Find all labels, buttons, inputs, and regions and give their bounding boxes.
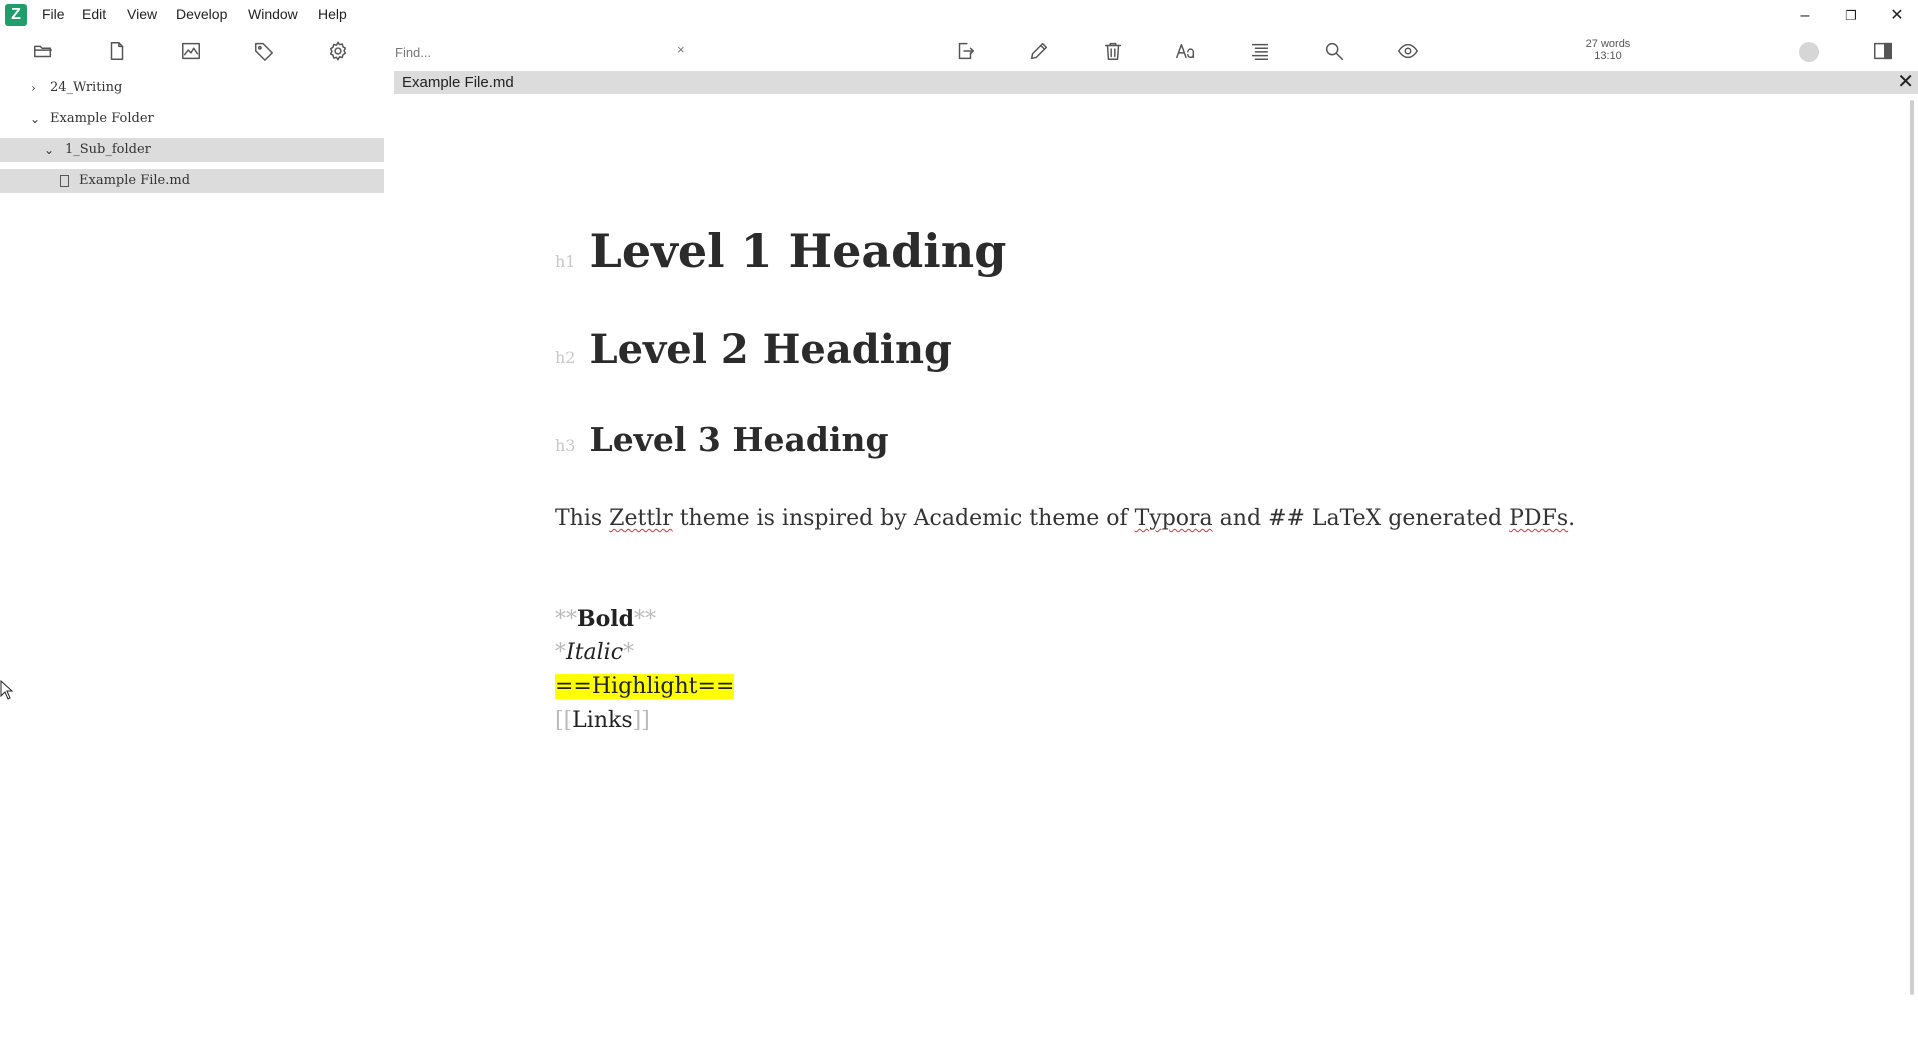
heading-text: Level 3 Heading: [589, 420, 889, 459]
editor-scrollbar[interactable]: [1910, 100, 1914, 995]
body-paragraph[interactable]: This Zettlr theme is inspired by Academi…: [555, 506, 1575, 531]
misspelled-word[interactable]: Typora: [1135, 506, 1213, 531]
misspelled-word[interactable]: PDFs: [1509, 506, 1568, 531]
menu-develop[interactable]: Develop: [176, 6, 227, 22]
menu-edit[interactable]: Edit: [82, 6, 106, 22]
tree-item-sub-folder[interactable]: ⌄ 1_Sub_folder: [0, 138, 384, 162]
menu-bar: Z File Edit View Develop Window Help – ❐…: [0, 0, 1918, 30]
trash-icon[interactable]: [1100, 38, 1126, 64]
toolbar: × 27 words 13:10: [0, 30, 1918, 70]
tag-icon[interactable]: [251, 38, 277, 64]
tree-item-label: Example File.md: [79, 173, 191, 188]
tab-example-file[interactable]: Example File.md: [402, 74, 514, 91]
restore-button[interactable]: ❐: [1833, 4, 1869, 28]
highlight-text: ==Highlight==: [555, 674, 735, 699]
menu-help[interactable]: Help: [318, 6, 347, 22]
file-icon: [60, 175, 69, 187]
tree-item-example-file[interactable]: Example File.md: [0, 169, 384, 193]
folder-open-icon[interactable]: [30, 38, 56, 64]
link-close-markup: ]]: [632, 708, 650, 733]
heading-text: Level 1 Heading: [589, 224, 1007, 278]
tree-item-24-writing[interactable]: › 24_Writing: [0, 76, 384, 100]
bold-markup: **: [634, 607, 657, 632]
heading-marker: h3: [555, 436, 576, 455]
export-icon[interactable]: [952, 38, 978, 64]
chevron-down-icon[interactable]: ⌄: [44, 138, 54, 162]
search-input[interactable]: [393, 40, 697, 64]
chevron-down-icon[interactable]: ⌄: [30, 107, 40, 131]
editor-pane[interactable]: h1 Level 1 Heading h2 Level 2 Heading h3 Le…: [394, 94, 1906, 1047]
settings-icon[interactable]: [325, 38, 351, 64]
bold-markup: **: [555, 607, 577, 632]
heading-marker: h2: [555, 348, 576, 367]
toc-icon[interactable]: [1247, 38, 1273, 64]
chevron-right-icon[interactable]: ›: [31, 76, 36, 100]
italic-markup: *: [623, 640, 635, 665]
edit-icon[interactable]: [1026, 38, 1052, 64]
link-text[interactable]: Links: [572, 708, 632, 733]
paragraph-text: This: [555, 506, 610, 531]
mouse-cursor-icon: [0, 680, 14, 700]
preview-icon[interactable]: [1395, 38, 1421, 64]
close-tab-button[interactable]: ✕: [1897, 71, 1914, 93]
zettlr-logo-icon: Z: [5, 4, 27, 26]
menu-file[interactable]: File: [42, 6, 65, 22]
bold-text: Bold: [577, 606, 635, 632]
word-count-label: 27 words: [1585, 38, 1631, 50]
font-icon[interactable]: [1173, 38, 1199, 64]
search-icon[interactable]: [1321, 38, 1347, 64]
clock-label: 13:10: [1594, 50, 1622, 62]
italic-text: Italic: [566, 640, 624, 665]
heading-level-2[interactable]: h2 Level 2 Heading: [555, 326, 952, 373]
paragraph-text: and ## LaTeX generated: [1212, 506, 1510, 531]
sidebar-toggle-icon[interactable]: [1870, 38, 1896, 64]
menu-view[interactable]: View: [127, 6, 157, 22]
clear-search-button[interactable]: ×: [677, 42, 685, 57]
tree-item-example-folder[interactable]: ⌄ Example Folder: [0, 107, 384, 131]
highlight-line[interactable]: ==Highlight==: [555, 674, 735, 699]
tree-item-label: 1_Sub_folder: [65, 142, 151, 157]
new-file-icon[interactable]: [104, 38, 130, 64]
italic-line[interactable]: *Italic*: [555, 640, 634, 665]
tree-item-label: 24_Writing: [50, 80, 123, 95]
word-count: 27 words 13:10: [1558, 38, 1658, 62]
pomodoro-icon[interactable]: [1799, 42, 1819, 62]
paragraph-text: theme is inspired by Academic theme of: [672, 506, 1135, 531]
editor-tab-bar: Example File.md ✕: [394, 71, 1918, 94]
close-window-button[interactable]: ✕: [1879, 4, 1915, 28]
link-open-markup: [[: [555, 708, 573, 733]
misspelled-word[interactable]: Zettlr: [609, 506, 673, 531]
minimize-button[interactable]: –: [1787, 4, 1823, 28]
paragraph-text: .: [1568, 506, 1576, 531]
menu-window[interactable]: Window: [248, 6, 298, 22]
heading-level-3[interactable]: h3 Level 3 Heading: [555, 420, 889, 459]
graph-icon[interactable]: [178, 38, 204, 64]
link-line[interactable]: [[Links]]: [555, 708, 650, 733]
file-tree-sidebar: › 24_Writing ⌄ Example Folder ⌄ 1_Sub_fo…: [0, 70, 384, 1047]
tree-item-label: Example Folder: [50, 111, 154, 126]
heading-level-1[interactable]: h1 Level 1 Heading: [555, 224, 1006, 278]
italic-markup: *: [555, 640, 566, 665]
heading-marker: h1: [555, 252, 576, 271]
heading-text: Level 2 Heading: [589, 326, 953, 373]
bold-line[interactable]: **Bold**: [555, 606, 656, 632]
